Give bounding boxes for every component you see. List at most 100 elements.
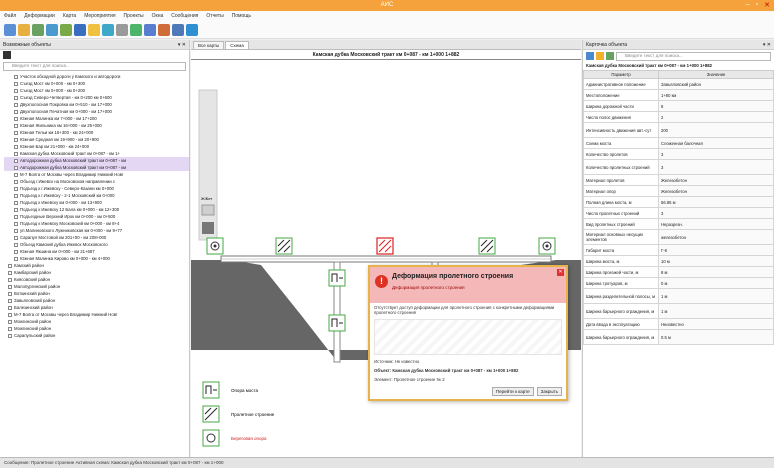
abutment-left-icon[interactable]	[206, 237, 224, 255]
checkbox[interactable]	[8, 270, 12, 275]
tree-item[interactable]: Балезинский район	[4, 304, 189, 311]
property-row[interactable]: Ширина проезжей части, м8 м	[583, 266, 774, 278]
dialog-close-icon[interactable]: ✕	[557, 269, 564, 276]
menu-item[interactable]: Карта	[63, 13, 76, 19]
tree-item[interactable]: Двухполосная Печатная км 0+000 - км 17+0…	[4, 108, 189, 115]
span-3-icon[interactable]	[478, 237, 496, 255]
help-icon[interactable]	[186, 23, 198, 36]
checkbox[interactable]	[14, 179, 18, 184]
property-row[interactable]: Число полос движения 2	[583, 111, 774, 123]
tree-item[interactable]: Участок обходной дороги у Камского и авт…	[4, 73, 189, 80]
tree-item[interactable]: Можгинский район	[4, 325, 189, 332]
property-row[interactable]: Ширина тротуаров, м0 м	[583, 277, 774, 289]
tree-item[interactable]: Можгинский район	[4, 318, 189, 325]
map-icon[interactable]	[130, 23, 142, 36]
checkbox[interactable]	[14, 221, 18, 226]
card-search-input[interactable]: Введите текст для поиска...	[616, 51, 771, 61]
checkbox[interactable]	[14, 172, 18, 177]
property-row[interactable]: Ширина барьерного ограждения, м 0.5 м	[583, 329, 774, 345]
tree-toggle-icon[interactable]	[3, 51, 11, 59]
checkbox[interactable]	[14, 214, 18, 219]
side-button-gp[interactable]	[202, 222, 214, 234]
menu-item[interactable]: Мероприятия	[84, 13, 115, 19]
save-icon[interactable]	[32, 23, 44, 36]
panel-controls-right[interactable]: ▾ ✕	[763, 42, 771, 48]
property-row[interactable]: Ширина дорожной части 8	[583, 100, 774, 112]
abutment-right-icon[interactable]	[538, 237, 556, 255]
minimize-icon[interactable]: –	[746, 1, 750, 9]
tree-item[interactable]: Малопургинский район	[4, 283, 189, 290]
menu-item[interactable]: Окна	[152, 13, 164, 19]
photo-icon[interactable]	[144, 23, 156, 36]
panel-controls[interactable]: ▾ ✕	[178, 42, 186, 48]
checkbox[interactable]	[14, 102, 18, 107]
checkbox[interactable]	[8, 291, 12, 296]
tree-item[interactable]: Камская дубка Московский тракт км 0+087 …	[4, 150, 189, 157]
open-icon[interactable]	[18, 23, 30, 36]
objects-search-input[interactable]: Введите текст для поиска...	[3, 62, 186, 71]
ruler-icon[interactable]	[116, 23, 128, 36]
grid-icon[interactable]	[60, 23, 72, 36]
checkbox[interactable]	[8, 263, 12, 268]
property-row[interactable]: Схема моста Сложенная балочная	[583, 137, 774, 149]
new-icon[interactable]	[4, 23, 16, 36]
pier-1-support-lower-icon[interactable]	[328, 314, 346, 332]
tree-item[interactable]: Подъезд к Ижевску 12 Бала км 0+000 - км …	[4, 206, 189, 213]
tree-item[interactable]: Сарапульский район	[4, 332, 189, 339]
tree-item[interactable]: Подъезд к Ижевску Московский км 0+000 - …	[4, 220, 189, 227]
checkbox[interactable]	[14, 165, 18, 170]
tree-item[interactable]: Камбарский район	[4, 269, 189, 276]
tree-item[interactable]: Южная Малинка Кирово км 0+000 - км 4+000	[4, 255, 189, 262]
checkbox[interactable]	[8, 284, 12, 289]
tree-item[interactable]: Объезд Камский дубка Ижевск Московского	[4, 241, 189, 248]
checkbox[interactable]	[14, 151, 18, 156]
tree-item[interactable]: Двухполосная Покровка км 0+510 - км 17+0…	[4, 101, 189, 108]
tree-item[interactable]: Подъезд к г.Ижевску - Северо-Казани км 0…	[4, 185, 189, 192]
span-2-deformed-icon[interactable]	[376, 237, 394, 255]
checkbox[interactable]	[14, 74, 18, 79]
tab-1[interactable]: Схема	[225, 41, 249, 49]
tree-item[interactable]: Южная Бар км 21+000 - км 24+000	[4, 143, 189, 150]
property-row[interactable]: Ширина барьерного ограждения, м1 м	[583, 303, 774, 319]
tab-0[interactable]: Все карты	[193, 41, 225, 49]
span-1-icon[interactable]	[275, 237, 293, 255]
tree-item[interactable]: Камский район	[4, 262, 189, 269]
menu-item[interactable]: Сообщения	[171, 13, 198, 19]
property-row[interactable]: Административное положение Завьяловский р…	[583, 78, 774, 90]
checkbox[interactable]	[14, 109, 18, 114]
tree-item[interactable]: М-7 Волга от Москвы через Владимир Нижни…	[4, 171, 189, 178]
checkbox[interactable]	[14, 144, 18, 149]
report-icon[interactable]	[158, 23, 170, 36]
tree-item[interactable]: Сарапул Мостовой км 201+00 - км 208+000	[4, 234, 189, 241]
checkbox[interactable]	[8, 319, 12, 324]
property-row[interactable]: Дата ввода в эксплуатацию Неизвестно	[583, 318, 774, 330]
menu-item[interactable]: Файл	[4, 13, 16, 19]
tree-item[interactable]: Автодорожная дубка Московский тракт км 0…	[4, 157, 189, 164]
property-row[interactable]: Материал опор Железобетон	[583, 185, 774, 197]
checkbox[interactable]	[8, 277, 12, 282]
tree-item[interactable]: Южная Тельи км 16+300 - км 24+000	[4, 129, 189, 136]
checkbox[interactable]	[14, 186, 18, 191]
maximize-icon[interactable]: ▫	[756, 1, 758, 9]
dialog-close-button[interactable]: Закрыть	[536, 387, 562, 396]
checkbox[interactable]	[14, 228, 18, 233]
checkbox[interactable]	[8, 305, 12, 310]
checkbox[interactable]	[14, 235, 18, 240]
property-row[interactable]: Габарит моста Г-8	[583, 244, 774, 256]
menu-item[interactable]: Деформации	[24, 13, 55, 19]
checkbox[interactable]	[14, 200, 18, 205]
tree-item[interactable]: ул.Малиновского Лужниковская км 0+000 - …	[4, 227, 189, 234]
property-row[interactable]: Материал основных несущих элементов желез…	[583, 229, 774, 245]
tree-item[interactable]: Южная Жильника км 16+000 - км 25+000	[4, 122, 189, 129]
close-icon[interactable]: ✕	[764, 1, 770, 9]
tree-item[interactable]: Подъезд к г.Ижевску - 2-1 Московский км …	[4, 192, 189, 199]
pier-1-support-icon[interactable]	[328, 269, 346, 287]
property-row[interactable]: Материал пролетов Железобетон	[583, 174, 774, 186]
checkbox[interactable]	[14, 242, 18, 247]
checkbox[interactable]	[8, 333, 12, 338]
table-icon[interactable]	[74, 23, 86, 36]
checkbox[interactable]	[14, 81, 18, 86]
edit-icon[interactable]	[46, 23, 58, 36]
checkbox[interactable]	[14, 158, 18, 163]
tree-item[interactable]: Автодорожная дубка Московский тракт км 0…	[4, 164, 189, 171]
